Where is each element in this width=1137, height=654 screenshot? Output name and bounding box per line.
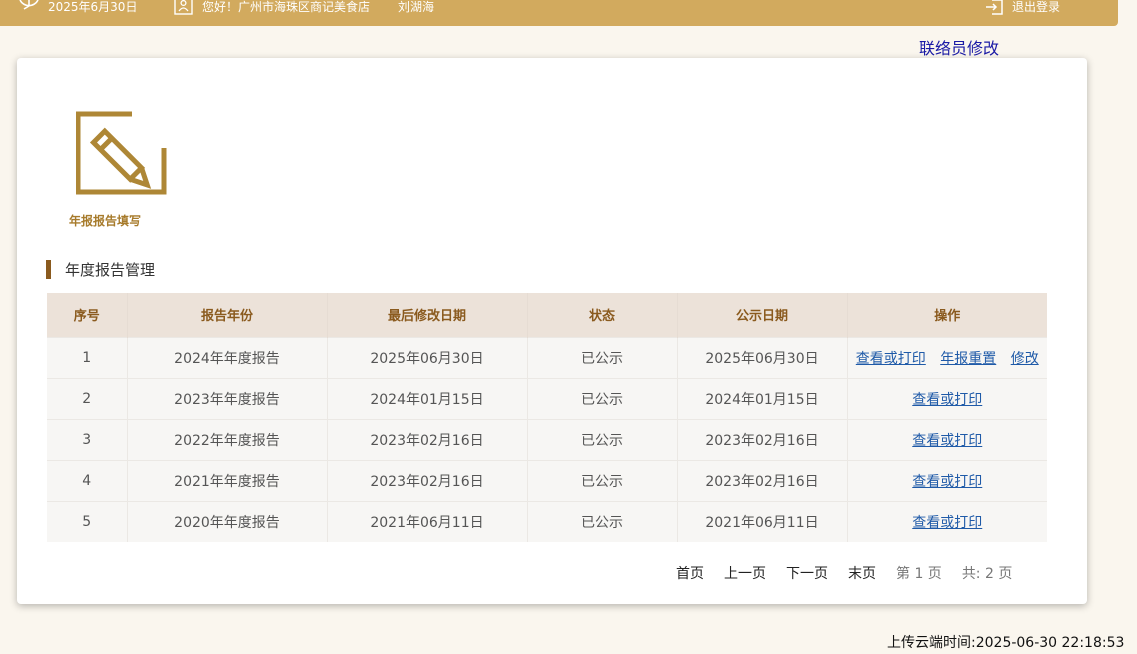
col-header-status: 状态 xyxy=(527,293,678,337)
row-actions: 查看或打印 年报重置 修改 xyxy=(847,336,1047,378)
row-public-date: 2023年02月16日 xyxy=(677,459,848,501)
row-public-date: 2021年06月11日 xyxy=(677,500,848,542)
view-print-link[interactable]: 查看或打印 xyxy=(912,474,982,490)
greeting: 您好！广州市海珠区商记美食店 xyxy=(174,0,371,15)
row-public-date: 2025年06月30日 xyxy=(677,336,848,378)
table-row: 2 2023年年度报告 2024年01月15日 已公示 2024年01月15日 … xyxy=(47,377,1047,419)
row-actions: 查看或打印 xyxy=(847,459,1047,501)
row-status: 已公示 xyxy=(527,500,678,542)
date-display: 2025年6月30日 xyxy=(18,0,137,14)
row-modified: 2023年02月16日 xyxy=(327,459,528,501)
user-icon xyxy=(174,0,193,15)
section-title-bar xyxy=(46,259,51,279)
logout-label: 退出登录 xyxy=(1012,0,1061,14)
col-header-no: 序号 xyxy=(47,293,128,337)
row-no: 3 xyxy=(47,418,128,460)
user-name: 刘湖海 xyxy=(398,0,434,14)
table-row: 1 2024年年度报告 2025年06月30日 已公示 2025年06月30日 … xyxy=(47,336,1047,378)
next-page-button[interactable]: 下一页 xyxy=(786,563,828,583)
main-card: 年报报告填写 年度报告管理 序号 报告年份 最后修改日期 状态 公示日期 操作 … xyxy=(17,58,1087,604)
row-modified: 2023年02月16日 xyxy=(327,418,528,460)
section-title-text: 年度报告管理 xyxy=(65,260,156,279)
row-year: 2021年年度报告 xyxy=(127,459,328,501)
row-actions: 查看或打印 xyxy=(847,418,1047,460)
row-actions: 查看或打印 xyxy=(847,377,1047,419)
row-no: 5 xyxy=(47,500,128,542)
row-public-date: 2024年01月15日 xyxy=(677,377,848,419)
view-print-link[interactable]: 查看或打印 xyxy=(912,433,982,449)
upload-time: 上传云端时间:2025-06-30 22:18:53 xyxy=(887,635,1125,651)
col-header-year: 报告年份 xyxy=(127,293,328,337)
contact-edit-link[interactable]: 联络员修改 xyxy=(919,35,999,59)
first-page-button[interactable]: 首页 xyxy=(676,563,704,583)
row-year: 2020年年度报告 xyxy=(127,500,328,542)
col-header-modified: 最后修改日期 xyxy=(327,293,528,337)
row-status: 已公示 xyxy=(527,336,678,378)
row-status: 已公示 xyxy=(527,418,678,460)
reports-table: 序号 报告年份 最后修改日期 状态 公示日期 操作 1 2024年年度报告 20… xyxy=(47,293,1047,542)
prev-page-button[interactable]: 上一页 xyxy=(724,563,766,583)
table-header-row: 序号 报告年份 最后修改日期 状态 公示日期 操作 xyxy=(47,293,1047,337)
annual-report-fill-tile[interactable]: 年报报告填写 xyxy=(65,108,167,232)
row-status: 已公示 xyxy=(527,459,678,501)
row-modified: 2025年06月30日 xyxy=(327,336,528,378)
row-year: 2023年年度报告 xyxy=(127,377,328,419)
annual-report-fill-label: 年报报告填写 xyxy=(69,214,142,228)
row-status: 已公示 xyxy=(527,377,678,419)
total-pages-info: 共: 2 页 xyxy=(961,566,1013,582)
date-text: 2025年6月30日 xyxy=(48,0,138,14)
table-row: 5 2020年年度报告 2021年06月11日 已公示 2021年06月11日 … xyxy=(47,500,1047,542)
logout-button[interactable]: 退出登录 xyxy=(986,0,1061,15)
last-page-button[interactable]: 末页 xyxy=(848,563,876,583)
view-print-link[interactable]: 查看或打印 xyxy=(856,351,926,367)
clock-icon xyxy=(19,0,39,10)
view-print-link[interactable]: 查看或打印 xyxy=(912,515,982,531)
row-modified: 2024年01月15日 xyxy=(327,377,528,419)
row-no: 1 xyxy=(47,336,128,378)
report-reset-link[interactable]: 年报重置 xyxy=(940,351,996,367)
row-public-date: 2023年02月16日 xyxy=(677,418,848,460)
greeting-text: 您好！广州市海珠区商记美食店 xyxy=(202,0,371,14)
top-bar: 2025年6月30日 您好！广州市海珠区商记美食店 刘湖海 退出登录 xyxy=(0,0,1118,26)
row-modified: 2021年06月11日 xyxy=(327,500,528,542)
col-header-actions: 操作 xyxy=(847,293,1047,337)
table-row: 3 2022年年度报告 2023年02月16日 已公示 2023年02月16日 … xyxy=(47,418,1047,460)
user-name-text: 刘湖海 xyxy=(398,0,435,14)
row-year: 2022年年度报告 xyxy=(127,418,328,460)
view-print-link[interactable]: 查看或打印 xyxy=(912,392,982,408)
pagination: 首页 上一页 下一页 末页 第 1 页 共: 2 页 xyxy=(676,563,1012,583)
row-year: 2024年年度报告 xyxy=(127,336,328,378)
row-no: 4 xyxy=(47,459,128,501)
row-actions: 查看或打印 xyxy=(847,500,1047,542)
edit-pencil-icon xyxy=(76,111,167,195)
col-header-public-date: 公示日期 xyxy=(677,293,848,337)
logout-icon xyxy=(986,0,1003,15)
current-page-info: 第 1 页 xyxy=(896,566,942,582)
table-row: 4 2021年年度报告 2023年02月16日 已公示 2023年02月16日 … xyxy=(47,459,1047,501)
edit-link[interactable]: 修改 xyxy=(1011,351,1039,367)
row-no: 2 xyxy=(47,377,128,419)
section-title: 年度报告管理 xyxy=(46,259,155,279)
